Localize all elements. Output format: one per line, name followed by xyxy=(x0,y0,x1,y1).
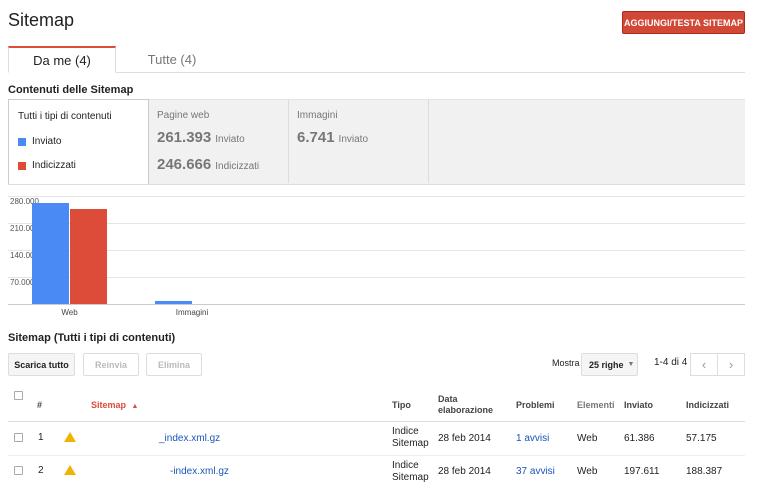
legend-submitted: Inviato xyxy=(18,136,61,147)
sitemap-link[interactable]: _index.xml.gz xyxy=(159,433,220,444)
warning-icon xyxy=(64,465,76,475)
bar-immagini-inviato[interactable] xyxy=(155,301,192,304)
rows-per-page-select[interactable]: 25 righe ▼ xyxy=(581,353,638,376)
resend-button[interactable]: Reinvia xyxy=(83,353,139,376)
row-submitted: 61.386 xyxy=(624,433,655,444)
page-title: Sitemap xyxy=(8,10,75,30)
dropdown-caret-icon: ▼ xyxy=(627,361,635,368)
chart-gridline xyxy=(8,250,745,251)
legend-submitted-swatch xyxy=(18,137,26,146)
tabs-divider xyxy=(8,72,745,73)
row-submitted: 197.611 xyxy=(624,466,660,477)
col-indexed: Indicizzati xyxy=(686,400,730,410)
legend-indexed-label: Indicizzati xyxy=(32,160,76,171)
row-num: 1 xyxy=(38,432,44,443)
web-indexed-value: 246.666 Indicizzati xyxy=(157,156,260,173)
table-header-divider xyxy=(8,421,745,422)
col-items: Elementi xyxy=(577,400,615,410)
row-indexed: 188.387 xyxy=(686,466,723,477)
content-section-title: Contenuti delle Sitemap xyxy=(8,84,134,96)
x-tick-label: Web xyxy=(61,308,78,317)
tab-tutte[interactable]: Tutte (4) xyxy=(130,46,214,73)
row-checkbox[interactable] xyxy=(14,433,23,442)
web-submitted-value: 261.393 Inviato xyxy=(157,129,245,146)
sitemap-link[interactable]: -index.xml.gz xyxy=(170,466,229,477)
col-date: Data elaborazione xyxy=(438,394,494,415)
legend-indexed-swatch xyxy=(18,161,26,170)
table-section-title: Sitemap (Tutti i tipi di contenuti) xyxy=(8,332,176,344)
col-num: # xyxy=(37,400,43,410)
problems-link[interactable]: 37 avvisi xyxy=(516,466,555,477)
row-items: Web xyxy=(577,466,598,477)
chevron-left-icon: ‹ xyxy=(701,357,707,372)
chart-baseline xyxy=(8,304,745,305)
row-checkbox[interactable] xyxy=(14,466,23,475)
web-pages-title: Pagine web xyxy=(157,110,210,121)
chart-gridline xyxy=(8,223,745,224)
problems-link[interactable]: 1 avvisi xyxy=(516,433,549,444)
row-date: 28 feb 2014 xyxy=(438,466,491,477)
row-type: Indice Sitemap xyxy=(392,426,429,449)
row-divider xyxy=(8,455,745,456)
prev-page-button[interactable]: ‹ xyxy=(690,353,718,376)
chevron-right-icon: › xyxy=(728,357,734,372)
x-tick-label: Immagini xyxy=(175,308,209,317)
sort-ascending-icon: ▲ xyxy=(131,403,139,410)
add-test-sitemap-button[interactable]: AGGIUNGI/TESTA SITEMAP xyxy=(622,11,745,34)
col-submitted: Inviato xyxy=(624,400,654,410)
legend-submitted-label: Inviato xyxy=(32,136,62,147)
images-submitted-value: 6.741 Inviato xyxy=(297,129,369,146)
summary-web-pages[interactable]: Pagine web 261.393 Inviato 246.666 Indiciz… xyxy=(149,99,289,183)
all-types-label: Tutti i tipi di contenuti xyxy=(18,111,112,122)
row-type: Indice Sitemap xyxy=(392,460,429,483)
row-date: 28 feb 2014 xyxy=(438,433,491,444)
y-tick-label: 70.000 xyxy=(10,278,35,287)
col-sitemap[interactable]: Sitemap ▲ xyxy=(91,400,138,410)
next-page-button[interactable]: › xyxy=(717,353,745,376)
chart-gridline xyxy=(8,196,745,197)
row-items: Web xyxy=(577,433,598,444)
row-num: 2 xyxy=(38,465,44,476)
legend-indexed: Indicizzati xyxy=(18,160,76,171)
select-all-checkbox[interactable] xyxy=(14,391,23,400)
tab-da-me[interactable]: Da me (4) xyxy=(8,46,116,73)
summary-images[interactable]: Immagini 6.741 Inviato xyxy=(289,99,429,183)
summary-all-types[interactable]: Tutti i tipi di contenuti Inviato Indici… xyxy=(8,99,149,184)
bar-web-indicizzati[interactable] xyxy=(70,208,107,304)
bar-web-inviato[interactable] xyxy=(32,203,69,304)
sitemap-bar-chart: 280.000 210.000 140.000 70.000 Web Immagini xyxy=(8,196,745,320)
chart-gridline xyxy=(8,277,745,278)
pagination-text: 1-4 di 4 xyxy=(654,357,688,368)
download-all-button[interactable]: Scarica tutto xyxy=(8,353,75,376)
delete-button[interactable]: Elimina xyxy=(146,353,202,376)
col-problems: Problemi xyxy=(516,400,555,410)
show-label: Mostra xyxy=(552,358,580,368)
row-indexed: 57.175 xyxy=(686,433,717,444)
col-sitemap-label: Sitemap xyxy=(91,400,127,410)
col-type: Tipo xyxy=(392,400,411,410)
warning-icon xyxy=(64,432,76,442)
images-title: Immagini xyxy=(297,110,338,121)
rows-per-page-value: 25 righe xyxy=(589,359,624,370)
